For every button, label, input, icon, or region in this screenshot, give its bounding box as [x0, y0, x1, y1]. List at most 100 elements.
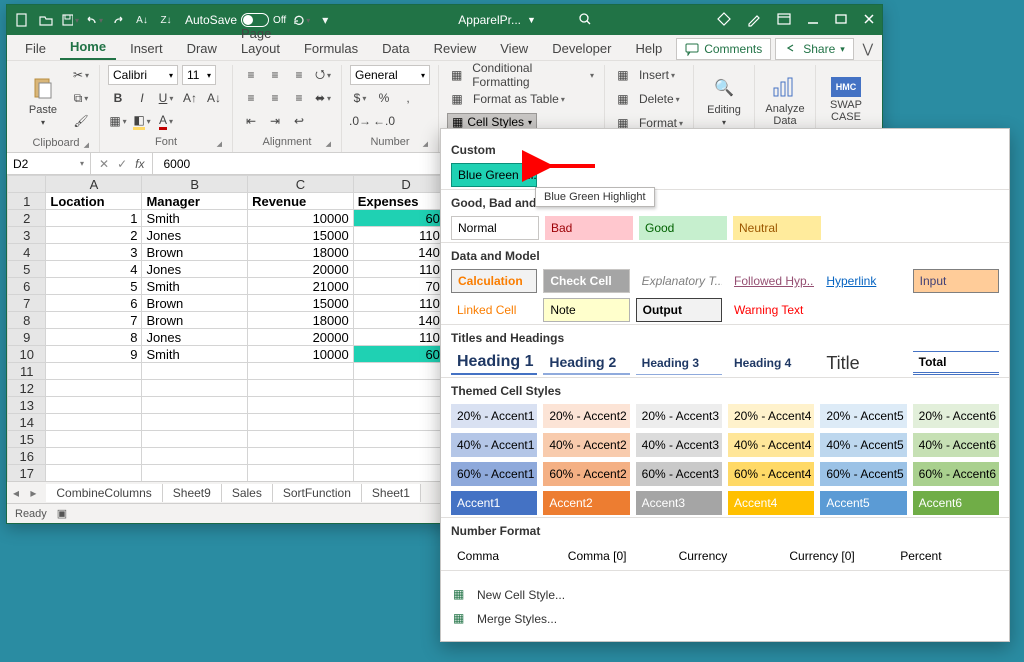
- cell-A16[interactable]: [46, 448, 142, 465]
- style-heading2[interactable]: Heading 2: [543, 351, 629, 375]
- style-followed-hyperlink[interactable]: Followed Hyp...: [728, 269, 814, 293]
- cell-A17[interactable]: [46, 465, 142, 482]
- share-button[interactable]: Share ▾: [775, 38, 854, 60]
- italic-icon[interactable]: I: [132, 88, 152, 108]
- style-heading1[interactable]: Heading 1: [451, 351, 537, 375]
- row-header-6[interactable]: 6: [8, 278, 46, 295]
- cancel-formula-icon[interactable]: ✕: [99, 157, 109, 171]
- style-total[interactable]: Total: [913, 351, 999, 375]
- merge-icon[interactable]: ⬌: [313, 88, 333, 108]
- editing-button[interactable]: 🔍Editing▾: [702, 65, 746, 135]
- style-40-accent3[interactable]: 40% - Accent3: [636, 433, 722, 457]
- cell-A8[interactable]: 7: [46, 312, 142, 329]
- undo-icon[interactable]: [85, 11, 103, 29]
- cut-icon[interactable]: ✂: [71, 65, 91, 85]
- row-header-7[interactable]: 7: [8, 295, 46, 312]
- style-calculation[interactable]: Calculation: [451, 269, 537, 293]
- style-good[interactable]: Good: [639, 216, 727, 240]
- maximize-icon[interactable]: [834, 12, 848, 29]
- style-accent1[interactable]: Accent1: [451, 491, 537, 515]
- style-40-accent5[interactable]: 40% - Accent5: [820, 433, 906, 457]
- style-accent3[interactable]: Accent3: [636, 491, 722, 515]
- tab-insert[interactable]: Insert: [120, 37, 173, 60]
- style-heading4[interactable]: Heading 4: [728, 351, 814, 375]
- cell-A12[interactable]: [46, 380, 142, 397]
- cell-C7[interactable]: 15000: [248, 295, 354, 312]
- sort-desc-icon[interactable]: Z↓: [157, 11, 175, 29]
- row-header-12[interactable]: 12: [8, 380, 46, 397]
- sheet-tab-sales[interactable]: Sales: [222, 484, 273, 502]
- cell-A3[interactable]: 2: [46, 227, 142, 244]
- cell-C1[interactable]: Revenue: [248, 193, 354, 210]
- cell-A11[interactable]: [46, 363, 142, 380]
- close-icon[interactable]: [862, 12, 876, 29]
- minimize-icon[interactable]: [806, 12, 820, 29]
- cell-C6[interactable]: 21000: [248, 278, 354, 295]
- align-middle-icon[interactable]: ≡: [265, 65, 285, 85]
- row-header-2[interactable]: 2: [8, 210, 46, 227]
- collapse-ribbon-icon[interactable]: ⋁: [858, 41, 878, 57]
- cell-C9[interactable]: 20000: [248, 329, 354, 346]
- style-check-cell[interactable]: Check Cell: [543, 269, 629, 293]
- row-header-3[interactable]: 3: [8, 227, 46, 244]
- cell-A14[interactable]: [46, 414, 142, 431]
- cell-A5[interactable]: 4: [46, 261, 142, 278]
- cell-B3[interactable]: Jones: [142, 227, 248, 244]
- search-icon[interactable]: [578, 12, 592, 29]
- style-title[interactable]: Title: [820, 351, 906, 375]
- style-blue-green-highlight[interactable]: Blue Green Hi...: [451, 163, 537, 187]
- number-format-select[interactable]: General▾: [350, 65, 430, 85]
- swap-case-button[interactable]: HMCSWAP CASE: [824, 65, 868, 135]
- cell-B15[interactable]: [142, 431, 248, 448]
- col-header-B[interactable]: B: [142, 176, 248, 193]
- insert-cells-button[interactable]: Insert: [637, 65, 677, 85]
- sheet-tab-sortfunction[interactable]: SortFunction: [273, 484, 362, 502]
- cell-B10[interactable]: Smith: [142, 346, 248, 363]
- row-header-10[interactable]: 10: [8, 346, 46, 363]
- name-box[interactable]: D2: [7, 153, 91, 174]
- save-icon[interactable]: [61, 11, 79, 29]
- decrease-indent-icon[interactable]: ⇤: [241, 111, 261, 131]
- style-normal[interactable]: Normal: [451, 216, 539, 240]
- font-name-select[interactable]: Calibri▾: [108, 65, 178, 85]
- cell-B14[interactable]: [142, 414, 248, 431]
- align-left-icon[interactable]: ≡: [241, 88, 261, 108]
- style-60-accent6[interactable]: 60% - Accent6: [913, 462, 999, 486]
- new-file-icon[interactable]: [13, 11, 31, 29]
- tab-review[interactable]: Review: [424, 37, 487, 60]
- style-currency[interactable]: Currency: [673, 544, 778, 568]
- cell-B16[interactable]: [142, 448, 248, 465]
- style-heading3[interactable]: Heading 3: [636, 351, 722, 375]
- style-linked-cell[interactable]: Linked Cell: [451, 298, 537, 322]
- decrease-decimal-icon[interactable]: ←.0: [374, 111, 394, 131]
- macro-record-icon[interactable]: ▣: [57, 507, 67, 520]
- row-header-16[interactable]: 16: [8, 448, 46, 465]
- enter-formula-icon[interactable]: ✓: [117, 157, 127, 171]
- style-output[interactable]: Output: [636, 298, 722, 322]
- comma-icon[interactable]: ,: [398, 88, 418, 108]
- style-neutral[interactable]: Neutral: [733, 216, 821, 240]
- delete-cells-button[interactable]: Delete: [637, 89, 682, 109]
- style-bad[interactable]: Bad: [545, 216, 633, 240]
- tab-help[interactable]: Help: [625, 37, 672, 60]
- style-60-accent2[interactable]: 60% - Accent2: [543, 462, 629, 486]
- cell-C15[interactable]: [248, 431, 354, 448]
- wrap-text-icon[interactable]: ↩: [289, 111, 309, 131]
- cell-C11[interactable]: [248, 363, 354, 380]
- merge-styles-button[interactable]: ▦Merge Styles...: [451, 607, 999, 631]
- orientation-icon[interactable]: ⭯: [313, 65, 333, 85]
- style-60-accent4[interactable]: 60% - Accent4: [728, 462, 814, 486]
- diamond-icon[interactable]: [716, 11, 732, 30]
- draw-icon[interactable]: [746, 11, 762, 30]
- cell-B12[interactable]: [142, 380, 248, 397]
- bold-icon[interactable]: B: [108, 88, 128, 108]
- style-40-accent4[interactable]: 40% - Accent4: [728, 433, 814, 457]
- style-40-accent2[interactable]: 40% - Accent2: [543, 433, 629, 457]
- row-header-4[interactable]: 4: [8, 244, 46, 261]
- font-color-icon[interactable]: A: [156, 111, 176, 131]
- style-60-accent1[interactable]: 60% - Accent1: [451, 462, 537, 486]
- increase-decimal-icon[interactable]: .0→: [350, 111, 370, 131]
- style-accent2[interactable]: Accent2: [543, 491, 629, 515]
- cell-B1[interactable]: Manager: [142, 193, 248, 210]
- cell-A10[interactable]: 9: [46, 346, 142, 363]
